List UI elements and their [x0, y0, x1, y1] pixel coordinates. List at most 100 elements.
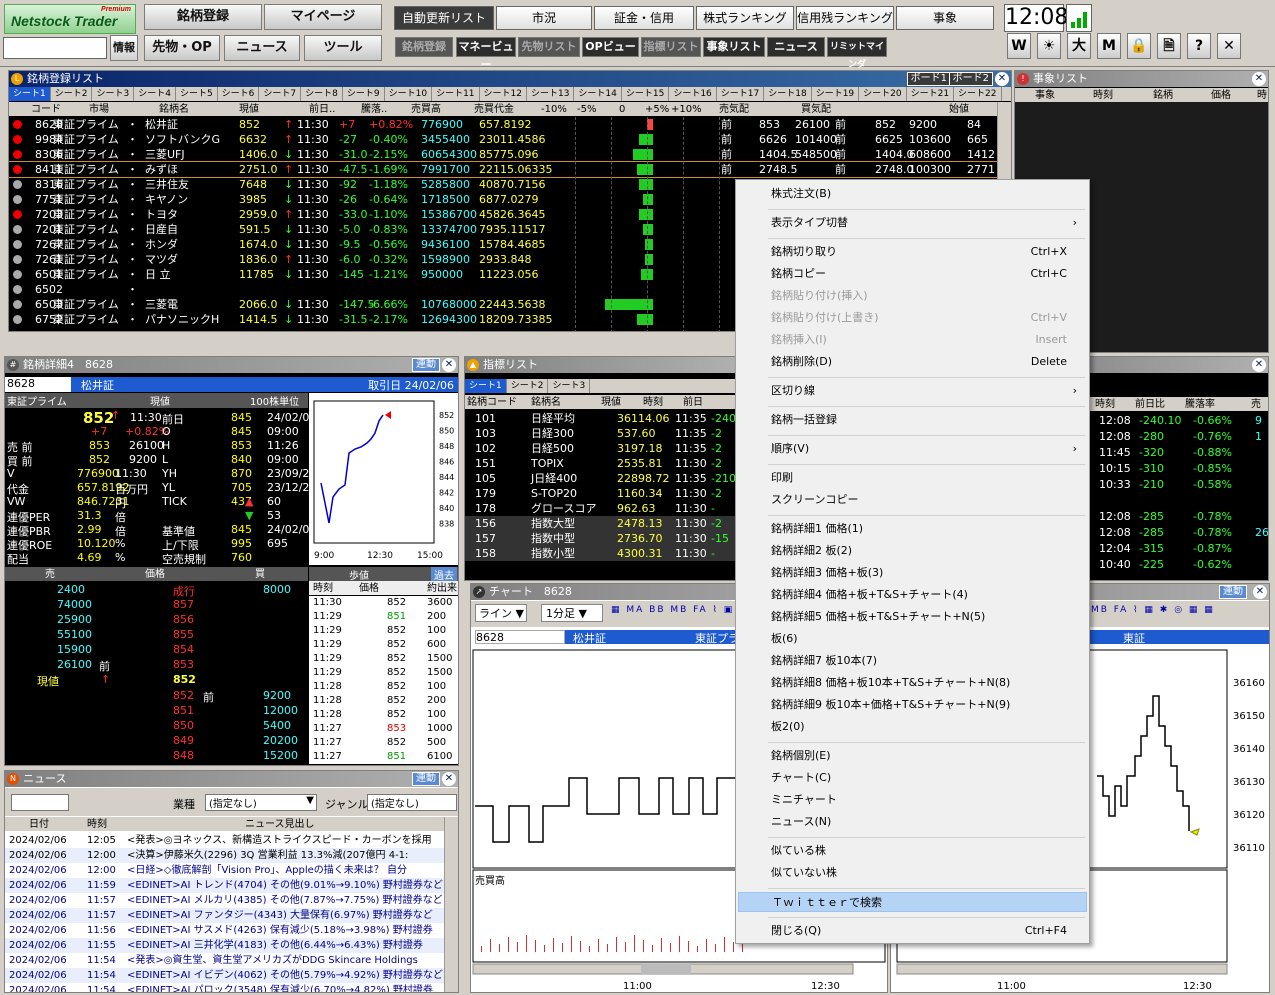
news-row[interactable]: 2024/02/06 12:00 <決算>伊藤米久(2296) 3Q 営業利益 13…	[5, 848, 444, 863]
news-row[interactable]: 2024/02/06 11:59 <EDINET>AI トレンド(4704) その他…	[5, 878, 444, 893]
menu-item[interactable]: スクリーンコピー	[738, 490, 1087, 510]
column-header[interactable]: 現値	[239, 102, 259, 117]
column-header[interactable]: 前日	[683, 395, 703, 410]
menu-item[interactable]: 銘柄詳細1 価格(1)	[738, 519, 1087, 539]
news-scrollbar[interactable]	[444, 817, 458, 992]
menu-item[interactable]: 似ていない株	[738, 863, 1087, 883]
column-header[interactable]: 時刻	[87, 817, 107, 832]
close-icon[interactable]: ✕	[1252, 72, 1266, 86]
sheet-tab[interactable]: シート3	[548, 379, 591, 393]
tab-0[interactable]: 自動更新リスト	[394, 6, 494, 30]
sheet-tab[interactable]: シート22	[954, 87, 1002, 101]
menu-item[interactable]: 銘柄詳細8 価格+板10本+T&S+チャート+N(8)	[738, 673, 1087, 693]
table-row[interactable]: 156 指数大型 2478.13 11:30 -2	[465, 516, 735, 531]
close-icon[interactable]: ✕	[995, 72, 1009, 86]
sheet-tab[interactable]: シート10	[385, 87, 433, 101]
link-button[interactable]: 連動	[412, 358, 440, 372]
table-row[interactable]: 102 日経500 3197.18 11:35 -2	[465, 441, 735, 456]
column-header[interactable]: 日付	[29, 817, 49, 832]
menu-item[interactable]: 銘柄詳細3 価格+板(3)	[738, 563, 1087, 583]
past-button[interactable]: 過去	[431, 567, 457, 582]
menu-item[interactable]: 閉じる(Q) Ctrl+F4	[738, 921, 1087, 941]
print-icon[interactable]: 🗎	[1157, 33, 1181, 59]
sheet-tab[interactable]: シート4	[134, 87, 176, 101]
column-header[interactable]: 時刻	[643, 395, 663, 410]
mypage-button[interactable]: マイページ	[264, 4, 382, 30]
sheet-tab[interactable]: シート15	[622, 87, 670, 101]
futures-op-button[interactable]: 先物・OP	[144, 35, 220, 61]
close-icon[interactable]: ✕	[442, 358, 456, 372]
menu-item[interactable]: 銘柄詳細9 板10本+価格+T&S+チャート+N(9)	[738, 695, 1087, 715]
detail-code[interactable]: 8628	[5, 377, 71, 392]
info-button[interactable]: 情報	[110, 35, 138, 61]
chart-tool-icons[interactable]: ▦ MA BB MB FA ⌇ ▣	[611, 605, 734, 615]
menu-item[interactable]: 銘柄貼り付け(上書き) Ctrl+V	[738, 308, 1087, 328]
tab-1[interactable]: 市況	[496, 6, 592, 30]
board1-button[interactable]: ボード1	[906, 72, 951, 86]
menu-item[interactable]: 銘柄個別(E)	[738, 746, 1087, 766]
column-header[interactable]: 時刻	[1095, 397, 1115, 412]
subtab-2[interactable]: 先物リスト	[518, 37, 580, 57]
tab-4[interactable]: 信用残ランキング	[796, 6, 894, 30]
menu-item[interactable]: ミニチャート	[738, 790, 1087, 810]
news-row[interactable]: 2024/02/06 11:56 <EDINET>AI サスメド(4263) 保有減…	[5, 923, 444, 938]
news-row[interactable]: 2024/02/06 11:57 <EDINET>AI メルカリ(4385) その他…	[5, 893, 444, 908]
news-row[interactable]: 2024/02/06 11:55 <EDINET>AI 三井化学(4183) その他…	[5, 938, 444, 953]
column-header[interactable]: 銘柄コード	[467, 395, 517, 410]
column-header[interactable]: 始値	[949, 102, 969, 117]
subtab-6[interactable]: ニュース	[767, 37, 825, 57]
menu-item[interactable]: 順序(V) ›	[738, 439, 1087, 459]
link-button[interactable]: 連動	[1219, 585, 1247, 599]
w-icon[interactable]: W	[1007, 33, 1031, 59]
menu-item[interactable]: 銘柄詳細5 価格+板+T&S+チャート+N(5)	[738, 607, 1087, 627]
subtab-1[interactable]: マネービュー	[456, 37, 516, 71]
chart-code[interactable]: 8628	[475, 630, 565, 644]
column-header[interactable]: 買気配	[801, 102, 831, 117]
column-header[interactable]: 前日比	[1135, 397, 1165, 412]
close-icon[interactable]: ✕	[1253, 585, 1267, 599]
menu-item[interactable]: チャート(C)	[738, 768, 1087, 788]
close-icon[interactable]: ✕	[1217, 33, 1241, 59]
tab-2[interactable]: 証金・信用	[594, 6, 694, 30]
chart2-tool-icons[interactable]: MB FA ⌇ ▦ ✱ ◎ ▦ ▦	[1091, 605, 1215, 615]
menu-item[interactable]: 区切り線 ›	[738, 381, 1087, 401]
table-row[interactable]: 158 指数小型 4300.31 11:30-	[465, 546, 735, 561]
subtab-7[interactable]: リミットマインダ	[827, 37, 887, 70]
tab-3[interactable]: 株式ランキング	[696, 6, 794, 30]
table-row[interactable]: 101 日経平均 36114.06 11:35 -240	[465, 411, 735, 426]
table-row[interactable]: 157 指数中型 2736.70 11:30 -15	[465, 531, 735, 546]
sheet-tab[interactable]: シート2	[51, 87, 93, 101]
sun-icon[interactable]: ☀	[1037, 33, 1061, 59]
period-select[interactable]: 1分足 ▼	[541, 604, 603, 622]
table-row[interactable]: 103 日経300 537.60 11:35 -2	[465, 426, 735, 441]
news-search-input[interactable]	[11, 794, 69, 811]
table-row[interactable]: 178 グロースコア 962.63 11:30-	[465, 501, 735, 516]
menu-item[interactable]: 銘柄コピー Ctrl+C	[738, 264, 1087, 284]
news-row[interactable]: 2024/02/06 11:54 <EDINET>AI パロック(3548) 保有減…	[5, 983, 444, 992]
sheet-tab[interactable]: シート2	[507, 379, 549, 393]
tab-5[interactable]: 事象	[896, 6, 994, 30]
menu-item[interactable]: 表示タイプ切替 ›	[738, 213, 1087, 233]
column-header[interactable]: 時刻	[1093, 88, 1113, 103]
m-icon[interactable]: M	[1097, 33, 1121, 59]
column-header[interactable]: 時	[1257, 88, 1267, 103]
sheet-tab[interactable]: シート1	[465, 379, 507, 393]
column-header[interactable]: 売買代金	[474, 102, 514, 117]
column-header[interactable]: コード	[31, 102, 61, 117]
menu-item[interactable]: 板(6)	[738, 629, 1087, 649]
code-input[interactable]	[3, 37, 107, 59]
table-row[interactable]: 9984 東証プライム・ソフトバンクG 6632 ↑ 11:30 -27 -0.40% 345…	[9, 132, 1011, 147]
column-header[interactable]: -5%	[577, 102, 596, 117]
menu-item[interactable]: 板2(0)	[738, 717, 1087, 737]
help-icon[interactable]: ?	[1187, 33, 1211, 59]
sheet-tab[interactable]: シート11	[432, 87, 480, 101]
sheet-tab[interactable]: シート17	[717, 87, 765, 101]
link-button[interactable]: 連動	[412, 772, 440, 786]
lock-icon[interactable]: 🔒	[1127, 33, 1151, 59]
tools-button[interactable]: ツール	[304, 35, 382, 61]
news-row[interactable]: 2024/02/06 11:54 <EDINET>AI イビデン(4062) その他…	[5, 968, 444, 983]
menu-item[interactable]: 銘柄一括登録	[738, 410, 1087, 430]
sheet-tab[interactable]: シート13	[527, 87, 575, 101]
sheet-tab[interactable]: シート19	[812, 87, 860, 101]
column-header[interactable]: 前日..	[309, 102, 335, 117]
